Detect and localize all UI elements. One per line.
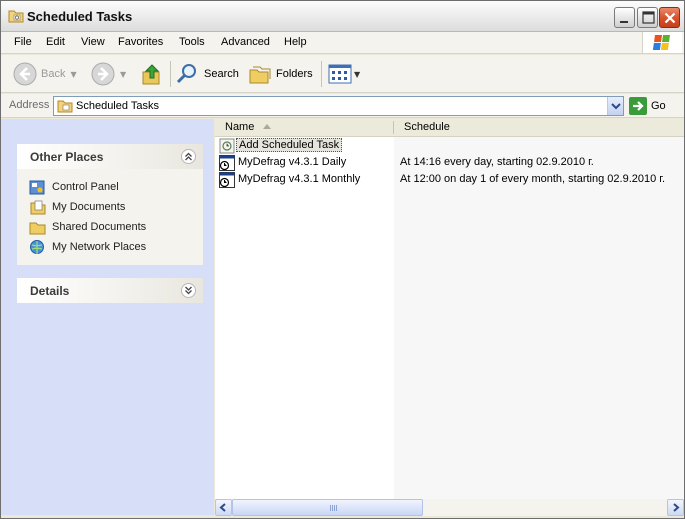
collapse-chevron-icon[interactable] — [181, 149, 196, 164]
task-name: MyDefrag v4.3.1 Daily — [238, 156, 347, 168]
task-schedule: At 12:00 on day 1 of every month, starti… — [400, 173, 666, 185]
horizontal-scrollbar[interactable] — [215, 499, 684, 516]
scroll-grip-icon — [330, 505, 338, 511]
sidebar-item-label: Control Panel — [52, 181, 119, 193]
sidebar-item-my-network-places[interactable]: My Network Places — [29, 237, 203, 257]
expand-chevron-icon[interactable] — [181, 283, 196, 298]
forward-button[interactable]: ▼ — [91, 61, 126, 87]
details-panel: Details — [17, 278, 203, 303]
column-header-schedule[interactable]: Schedule — [394, 119, 684, 136]
sidebar-item-my-documents[interactable]: My Documents — [29, 197, 203, 217]
add-task-icon — [219, 138, 235, 154]
back-label: Back — [41, 68, 66, 80]
maximize-button[interactable] — [637, 7, 658, 28]
file-list: Name Schedule Add Scheduled Task MyDefra… — [215, 119, 684, 499]
minimize-icon — [620, 21, 628, 23]
explorer-window: Scheduled Tasks File Edit View Favorites… — [0, 0, 685, 519]
task-name: MyDefrag v4.3.1 Monthly — [238, 173, 361, 185]
network-places-icon — [30, 239, 44, 254]
details-title: Details — [30, 284, 70, 298]
other-places-header[interactable]: Other Places — [17, 144, 203, 169]
maximize-icon — [642, 11, 655, 24]
list-item-mydefrag-monthly[interactable]: MyDefrag v4.3.1 Monthly At 12:00 on day … — [215, 172, 684, 189]
folders-button[interactable]: Folders — [248, 61, 313, 87]
sidebar-item-label: Shared Documents — [52, 221, 147, 233]
back-dropdown-icon[interactable]: ▼ — [70, 70, 76, 79]
sidebar-item-control-panel[interactable]: Control Panel — [29, 177, 203, 197]
views-button[interactable]: ▼ — [328, 61, 360, 87]
sidebar-item-label: My Network Places — [52, 241, 147, 253]
scheduled-task-icon — [219, 155, 235, 171]
details-header[interactable]: Details — [17, 278, 203, 303]
menu-bar: File Edit View Favorites Tools Advanced … — [1, 32, 684, 54]
sort-ascending-icon — [263, 124, 271, 129]
up-folder-button[interactable] — [141, 61, 163, 87]
title-bar[interactable]: Scheduled Tasks — [1, 1, 684, 32]
address-label: Address — [9, 99, 50, 111]
list-item-mydefrag-daily[interactable]: MyDefrag v4.3.1 Daily At 14:16 every day… — [215, 155, 684, 172]
scroll-right-button[interactable] — [667, 499, 684, 516]
sidebar-item-label: My Documents — [52, 201, 126, 213]
sidebar-item-shared-documents[interactable]: Shared Documents — [29, 217, 203, 237]
views-dropdown-icon[interactable]: ▼ — [354, 70, 360, 79]
address-field[interactable]: Scheduled Tasks — [53, 96, 624, 116]
back-button[interactable]: Back ▼ — [13, 61, 77, 87]
task-pane: Other Places Control Panel My Documents … — [1, 119, 214, 515]
folder-icon — [29, 222, 46, 234]
control-panel-icon — [29, 180, 45, 194]
other-places-title: Other Places — [30, 150, 104, 164]
menu-advanced[interactable]: Advanced — [221, 36, 270, 48]
menu-favorites[interactable]: Favorites — [118, 36, 163, 48]
menu-edit[interactable]: Edit — [46, 36, 65, 48]
scheduled-task-icon — [219, 172, 235, 188]
column-header-name[interactable]: Name — [215, 119, 394, 136]
toolbar: Back ▼ ▼ Search Folders ▼ — [1, 55, 684, 93]
close-icon — [664, 12, 676, 24]
search-button[interactable]: Search — [176, 61, 239, 87]
menu-view[interactable]: View — [81, 36, 105, 48]
toolbar-separator — [170, 61, 171, 87]
folders-icon — [249, 66, 271, 84]
menu-file[interactable]: File — [14, 36, 32, 48]
other-places-panel: Other Places Control Panel My Documents … — [17, 144, 203, 265]
go-arrow-icon — [629, 97, 647, 115]
column-schedule-label: Schedule — [404, 121, 450, 133]
scheduled-tasks-folder-icon — [57, 99, 73, 116]
my-documents-icon — [30, 200, 46, 214]
forward-dropdown-icon[interactable]: ▼ — [120, 70, 126, 79]
windows-logo-icon — [642, 32, 682, 53]
address-bar: Address Scheduled Tasks Go — [1, 94, 684, 118]
address-value: Scheduled Tasks — [76, 100, 159, 112]
menu-tools[interactable]: Tools — [179, 36, 205, 48]
chevron-left-icon — [219, 503, 226, 512]
search-icon — [176, 64, 196, 84]
scroll-left-button[interactable] — [215, 499, 232, 516]
window-title: Scheduled Tasks — [27, 9, 133, 24]
back-arrow-icon — [13, 62, 37, 86]
up-folder-icon — [142, 64, 160, 85]
scheduled-tasks-folder-icon — [8, 8, 24, 23]
toolbar-separator — [321, 61, 322, 87]
forward-arrow-icon — [91, 62, 115, 86]
column-header-bar: Name Schedule — [215, 119, 684, 137]
minimize-button[interactable] — [614, 7, 635, 28]
views-icon — [328, 64, 352, 84]
task-schedule: At 14:16 every day, starting 02.9.2010 г… — [400, 156, 594, 168]
close-button[interactable] — [659, 7, 680, 28]
chevron-right-icon — [673, 503, 680, 512]
scroll-thumb[interactable] — [232, 499, 423, 516]
address-dropdown-button[interactable] — [607, 97, 623, 115]
other-places-list: Control Panel My Documents Shared Docume… — [17, 169, 203, 265]
task-name: Add Scheduled Task — [236, 138, 343, 152]
menu-help[interactable]: Help — [284, 36, 307, 48]
column-name-label: Name — [225, 121, 255, 133]
go-button[interactable]: Go — [629, 96, 666, 116]
go-label: Go — [651, 100, 666, 112]
chevron-down-icon — [611, 103, 621, 110]
schedule-column-background — [394, 137, 684, 499]
search-label: Search — [204, 68, 239, 80]
list-item-add-scheduled-task[interactable]: Add Scheduled Task — [215, 138, 684, 155]
folders-label: Folders — [276, 68, 313, 80]
